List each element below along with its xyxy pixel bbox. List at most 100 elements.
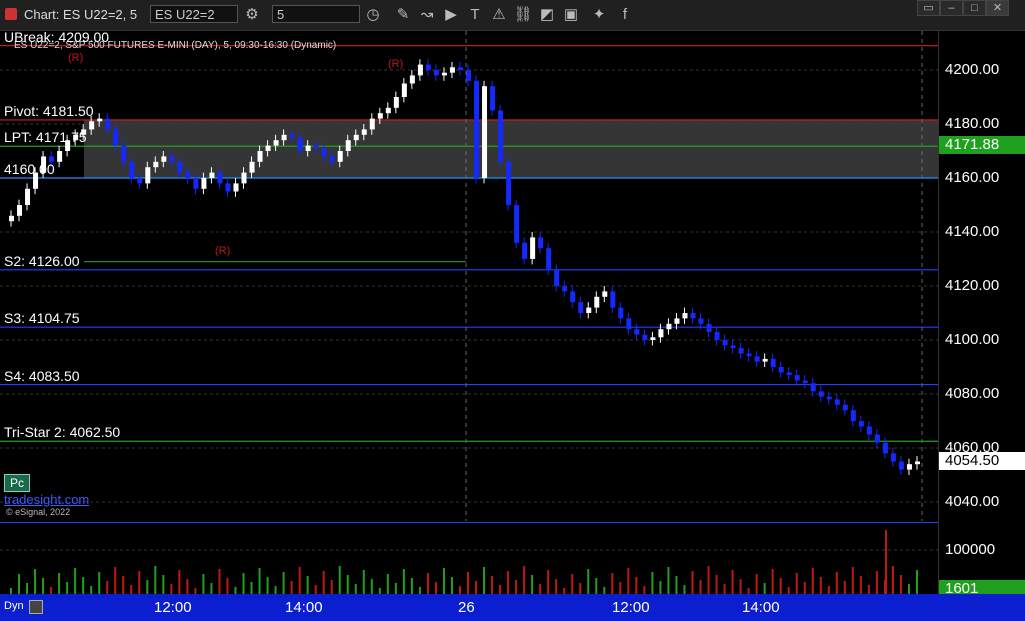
candle xyxy=(882,442,888,454)
volume-bar xyxy=(467,572,469,594)
tradesight-link[interactable]: tradesight.com xyxy=(4,492,89,507)
time-label: 14:00 xyxy=(285,599,323,616)
candle xyxy=(658,329,664,338)
price-tick: 4160.00 xyxy=(945,169,1000,186)
volume-bar xyxy=(595,578,598,594)
volume-bar xyxy=(130,585,133,594)
volume-bar xyxy=(851,567,854,594)
candle xyxy=(538,237,544,249)
candle xyxy=(393,97,399,108)
eraser-icon[interactable]: ◩ xyxy=(537,5,557,25)
candle xyxy=(57,151,63,162)
time-axis[interactable]: Dyn 12:00 14:00 26 12:00 14:00 xyxy=(0,594,1025,621)
volume-bar xyxy=(138,571,141,594)
text-tool-icon[interactable]: T xyxy=(465,5,485,25)
volume-bar xyxy=(859,576,862,594)
volume-bar xyxy=(114,567,117,594)
candle xyxy=(714,331,720,340)
level-label: Pivot: 4181.50 xyxy=(4,102,94,119)
volume-bar xyxy=(667,567,670,594)
volume-bar xyxy=(282,572,285,594)
candle xyxy=(786,372,792,376)
candle xyxy=(185,172,191,178)
play-icon[interactable]: ▶ xyxy=(441,5,461,25)
volume-bar xyxy=(603,587,606,594)
candle xyxy=(209,172,215,178)
candle xyxy=(474,80,480,178)
minimize-icon[interactable]: – xyxy=(940,0,963,16)
candle xyxy=(602,291,608,297)
candle xyxy=(802,380,808,384)
volume-bar xyxy=(162,575,165,594)
volume-bar xyxy=(507,571,510,594)
price-axis[interactable]: 4200.00 4180.00 4160.00 4140.00 4120.00 4100.… xyxy=(938,31,1025,597)
volume-bar xyxy=(98,572,101,594)
candle xyxy=(506,161,512,205)
candle xyxy=(113,129,119,146)
candle xyxy=(834,399,840,405)
candle xyxy=(666,323,672,330)
candle xyxy=(161,156,167,162)
volume-bar xyxy=(26,583,29,594)
volume-bar xyxy=(795,573,798,594)
alert-icon[interactable]: ⚠ xyxy=(489,5,509,25)
r-marker: (R) xyxy=(215,245,231,257)
volume-bar xyxy=(34,569,37,594)
pc-button[interactable]: Pc xyxy=(4,474,30,492)
time-label: 12:00 xyxy=(612,599,650,616)
clock-icon[interactable]: ◷ xyxy=(363,5,383,25)
candle xyxy=(385,107,391,114)
candle xyxy=(706,323,712,332)
level-label: S3: 4104.75 xyxy=(4,310,80,327)
level-label: S4: 4083.50 xyxy=(4,367,80,384)
candle xyxy=(25,188,31,205)
candle xyxy=(273,140,279,146)
interval-input[interactable]: 5 xyxy=(272,5,360,23)
candle xyxy=(441,72,447,76)
chart-type-icon[interactable]: ↝ xyxy=(417,5,437,25)
candle xyxy=(425,64,431,70)
volume-bar xyxy=(763,583,766,594)
dyn-lock-icon[interactable] xyxy=(29,600,43,614)
link-icon[interactable]: ⛓ xyxy=(513,5,533,25)
r-marker: (R) xyxy=(68,52,84,64)
candle xyxy=(690,313,696,319)
volume-bar xyxy=(298,567,301,594)
candle xyxy=(153,161,159,168)
volume-bar xyxy=(458,586,461,594)
candle xyxy=(898,461,904,470)
candle xyxy=(586,307,592,313)
volume-bar xyxy=(715,575,718,594)
volume-bar xyxy=(106,581,109,594)
candle xyxy=(466,70,471,81)
maximize-icon[interactable]: □ xyxy=(963,0,986,16)
candle xyxy=(874,434,880,443)
last-price-badge: 4054.50 xyxy=(939,452,1025,470)
close-icon[interactable]: ✕ xyxy=(986,0,1009,16)
candle xyxy=(610,291,616,308)
price-chart[interactable] xyxy=(0,31,938,521)
dyn-label[interactable]: Dyn xyxy=(4,600,24,612)
candle xyxy=(482,86,488,178)
price-tick: 4120.00 xyxy=(945,277,1000,294)
symbol-input[interactable]: ES U22=2 xyxy=(150,5,238,23)
candle xyxy=(417,64,423,76)
facebook-icon[interactable]: f xyxy=(615,5,635,25)
volume-bar xyxy=(635,577,638,594)
twitter-icon[interactable]: ✦ xyxy=(589,5,609,25)
candle xyxy=(770,358,776,367)
volume-bar xyxy=(234,587,237,594)
symbol-settings-icon[interactable]: ⚙ xyxy=(242,5,262,25)
candle xyxy=(778,367,784,373)
candle xyxy=(698,318,704,324)
candle xyxy=(722,340,728,346)
volume-bar xyxy=(659,581,662,594)
pencil-icon[interactable]: ✎ xyxy=(393,5,413,25)
restore-icon[interactable]: ▭ xyxy=(917,0,940,16)
volume-bar xyxy=(354,584,357,594)
candle xyxy=(530,237,536,259)
camera-icon[interactable]: ▣ xyxy=(561,5,581,25)
volume-bar xyxy=(771,569,774,594)
candle xyxy=(409,75,415,84)
candle xyxy=(257,151,263,162)
